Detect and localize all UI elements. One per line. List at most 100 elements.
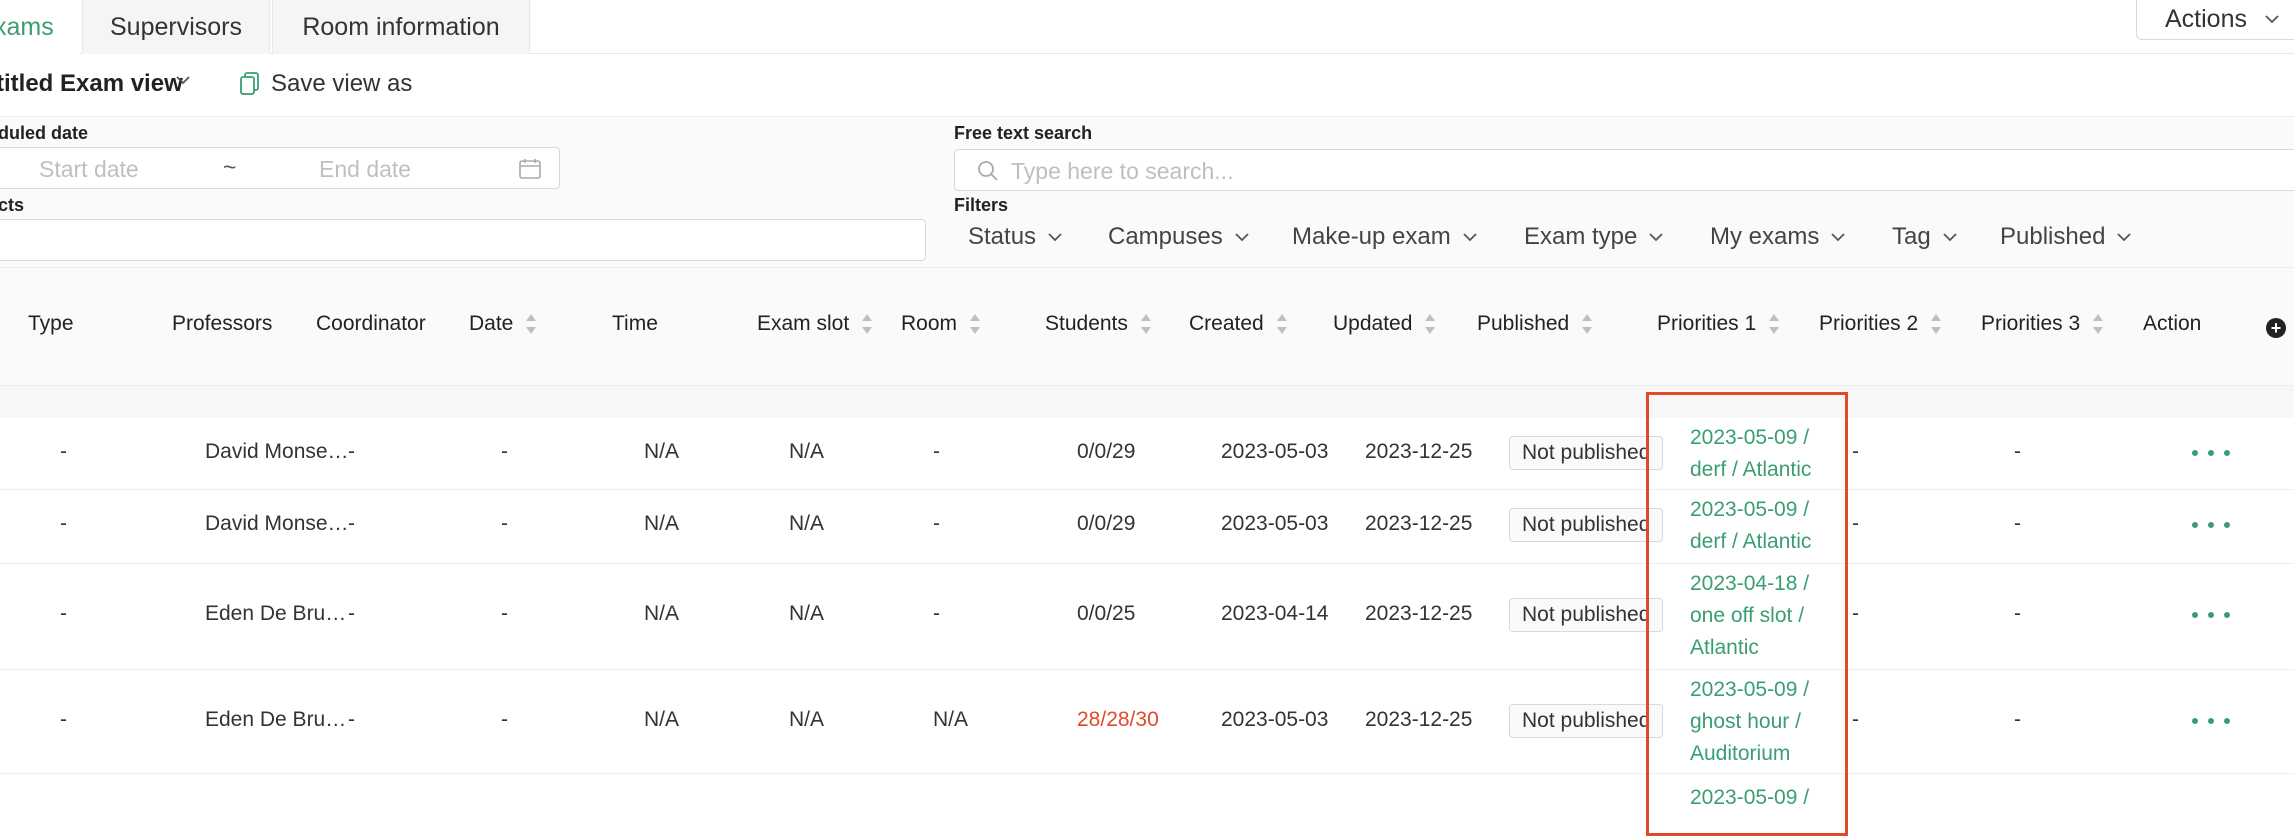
chevron-down-icon — [1048, 232, 1062, 241]
sort-icon[interactable] — [1424, 313, 1436, 335]
tab-supervisors[interactable]: Supervisors — [82, 0, 270, 54]
cell-time: N/A — [644, 440, 680, 463]
cell-coordinator: - — [348, 440, 355, 463]
column-updated[interactable]: Updated — [1333, 312, 1436, 336]
column-priorities-3[interactable]: Priorities 3 — [1981, 312, 2104, 336]
cell-date: - — [501, 512, 508, 535]
chevron-down-icon — [1463, 232, 1477, 241]
table-row[interactable]: - David Monse… - - N/A N/A - 0/0/29 2023… — [0, 490, 2294, 564]
tab-room-information[interactable]: Room information — [272, 0, 530, 54]
column-published[interactable]: Published — [1477, 312, 1593, 336]
tab-exams[interactable]: xams — [0, 0, 80, 54]
column-date-label: Date — [469, 312, 514, 335]
column-exam-slot[interactable]: Exam slot — [757, 312, 873, 336]
cell-created: 2023-04-14 — [1221, 602, 1329, 625]
filter-tag[interactable]: Tag — [1892, 223, 1957, 251]
priority-1-line: ghost hour / — [1690, 710, 1801, 733]
priority-1-link[interactable]: 2023-05-09 / — [1690, 782, 1830, 814]
cell-priority-2: - — [1852, 708, 1859, 731]
table-row[interactable]: - David Monse… - - N/A N/A - 0/0/29 2023… — [0, 418, 2294, 490]
priority-1-link[interactable]: 2023-05-09 / ghost hour / Auditorium — [1690, 674, 1830, 770]
cell-date: - — [501, 602, 508, 625]
sort-icon[interactable] — [1930, 313, 1942, 335]
search-icon — [978, 161, 998, 181]
sort-icon[interactable] — [1276, 313, 1288, 335]
filter-campuses-label: Campuses — [1108, 223, 1223, 250]
priority-1-link[interactable]: 2023-04-18 / one off slot / Atlantic — [1690, 568, 1830, 664]
priority-1-link[interactable]: 2023-05-09 / derf / Atlantic — [1690, 422, 1830, 486]
cell-updated: 2023-12-25 — [1365, 512, 1473, 535]
status-badge: Not published — [1509, 704, 1664, 738]
end-date-input[interactable]: End date — [319, 156, 411, 183]
cell-room: - — [933, 512, 940, 535]
cell-students: 0/0/25 — [1077, 602, 1136, 625]
cell-updated: 2023-12-25 — [1365, 602, 1473, 625]
column-type: Type — [28, 312, 74, 336]
subjects-select[interactable] — [0, 219, 926, 261]
cell-type: - — [60, 512, 67, 535]
actions-dropdown[interactable]: Actions — [2136, 0, 2294, 40]
more-actions-icon[interactable] — [2192, 448, 2230, 458]
scheduled-date-label: duled date — [0, 123, 89, 143]
priority-1-link[interactable]: 2023-05-09 / derf / Atlantic — [1690, 494, 1830, 558]
column-priorities-1-label: Priorities 1 — [1657, 312, 1757, 335]
column-students[interactable]: Students — [1045, 312, 1152, 336]
filter-published[interactable]: Published — [2000, 223, 2132, 251]
subjects-label: cts — [0, 195, 25, 215]
sort-icon[interactable] — [525, 313, 537, 335]
cell-coordinator: - — [348, 602, 355, 625]
filter-status-label: Status — [968, 223, 1037, 250]
filter-panel: duled date Start date ~ End date cts Fre… — [0, 116, 2294, 268]
cell-time: N/A — [644, 708, 680, 731]
priority-1-line: one off slot / — [1690, 604, 1805, 627]
table-row[interactable]: - Eden De Bru… - - N/A N/A N/A 28/28/30 … — [0, 670, 2294, 774]
sort-icon[interactable] — [1768, 313, 1780, 335]
priority-1-line: 2023-05-09 / — [1690, 426, 1810, 449]
copy-icon[interactable] — [240, 72, 260, 96]
cell-priority-3: - — [2014, 440, 2021, 463]
filter-my-exams-label: My exams — [1710, 223, 1820, 250]
column-priorities-1[interactable]: Priorities 1 — [1657, 312, 1780, 336]
view-row: titled Exam view Save view as — [0, 54, 2294, 116]
view-title[interactable]: titled Exam view — [0, 70, 183, 98]
priority-1-line: 2023-05-09 / — [1690, 498, 1810, 521]
cell-date: - — [501, 708, 508, 731]
column-professors: Professors — [172, 312, 272, 336]
table-header: Type Professors Coordinator Date Time Ex… — [0, 268, 2294, 386]
filter-exam-type[interactable]: Exam type — [1524, 223, 1664, 251]
start-date-input[interactable]: Start date — [39, 156, 139, 183]
sort-icon[interactable] — [969, 313, 981, 335]
add-column-icon[interactable]: + — [2266, 318, 2286, 338]
cell-professor: David Monse… — [205, 440, 349, 463]
filter-campuses[interactable]: Campuses — [1108, 223, 1249, 251]
date-range-picker[interactable]: Start date ~ End date — [0, 147, 560, 189]
sort-icon[interactable] — [1581, 313, 1593, 335]
more-actions-icon[interactable] — [2192, 716, 2230, 726]
filter-status[interactable]: Status — [968, 223, 1062, 251]
cell-type: - — [60, 602, 67, 625]
cell-type: - — [60, 440, 67, 463]
filter-make-up-exam[interactable]: Make-up exam — [1292, 223, 1477, 251]
save-view-as-button[interactable]: Save view as — [271, 70, 412, 98]
cell-coordinator: - — [348, 708, 355, 731]
cell-priority-2: - — [1852, 440, 1859, 463]
table-row[interactable]: - Eden De Bru… - - N/A N/A - 0/0/25 2023… — [0, 564, 2294, 670]
filter-my-exams[interactable]: My exams — [1710, 223, 1845, 251]
column-date[interactable]: Date — [469, 312, 537, 336]
column-priorities-2[interactable]: Priorities 2 — [1819, 312, 1942, 336]
priority-1-line: Auditorium — [1690, 742, 1791, 765]
sort-icon[interactable] — [2092, 313, 2104, 335]
more-actions-icon[interactable] — [2192, 520, 2230, 530]
cell-room: - — [933, 440, 940, 463]
column-created[interactable]: Created — [1189, 312, 1288, 336]
sort-icon[interactable] — [861, 313, 873, 335]
cell-students: 0/0/29 — [1077, 512, 1136, 535]
column-room[interactable]: Room — [901, 312, 981, 336]
search-input[interactable] — [1009, 156, 1909, 186]
sort-icon[interactable] — [1140, 313, 1152, 335]
more-actions-icon[interactable] — [2192, 610, 2230, 620]
chevron-down-icon[interactable] — [176, 76, 190, 85]
status-badge: Not published — [1509, 436, 1664, 470]
cell-professor: Eden De Bru… — [205, 602, 347, 625]
cell-priority-3: - — [2014, 512, 2021, 535]
